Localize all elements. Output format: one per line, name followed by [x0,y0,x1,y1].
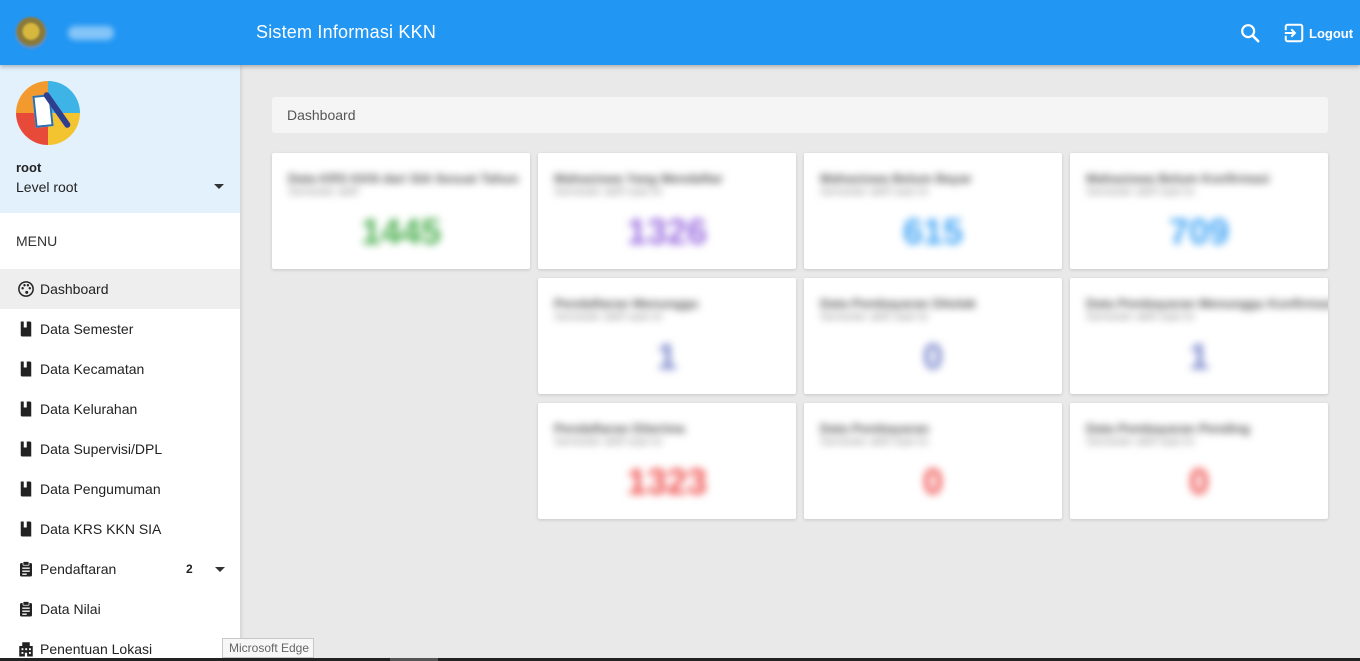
book-icon [20,521,32,537]
card-subtitle: Semester aktif saat ini [554,311,663,323]
sidebar-item-penentuan-lokasi[interactable]: Penentuan Lokasi [0,629,240,661]
stat-card-pendaftaran-diterima[interactable]: Pendaftaran Diterima Semester aktif saat… [538,403,796,519]
sidebar-item-data-kelurahan[interactable]: Data Kelurahan [0,389,240,429]
logout-label: Logout [1309,25,1354,41]
building-icon [19,642,33,657]
sidebar-item-label: Data KRS KKN SIA [40,521,162,537]
sidebar-item-data-pengumuman[interactable]: Data Pengumuman [0,469,240,509]
sidebar-item-data-supervisi[interactable]: Data Supervisi/DPL [0,429,240,469]
card-value: 709 [1168,211,1230,252]
sidebar: root Level root MENU Dashboard Data Seme… [0,65,240,661]
book-icon [20,361,32,377]
book-icon [20,441,32,457]
sidebar-item-label: Data Supervisi/DPL [40,441,163,457]
logout-button[interactable]: Logout [1283,21,1353,45]
card-subtitle: Semester aktif saat ini [554,186,663,198]
card-value: 0 [922,336,944,377]
stat-card-pembayaran-menunggu[interactable]: Data Pembayaran Menunggu Konfirmasi Seme… [1070,278,1328,394]
menu-header: MENU [16,233,58,249]
sidebar-item-label: Data Semester [40,321,134,337]
breadcrumb: Dashboard [272,97,1328,133]
card-value: 0 [1188,461,1210,502]
user-name: root [16,160,42,175]
card-title: Data KRS KKN dari SIA Sesuai Tahun [288,171,519,186]
user-panel: root Level root [0,65,240,213]
card-title: Mahasiswa Yang Mendaftar [554,171,723,186]
logout-icon [1283,23,1304,43]
card-subtitle: Semester aktif saat ini [820,311,929,323]
card-subtitle: Semester aktif saat ini [1086,186,1195,198]
avatar[interactable] [16,81,80,145]
stat-card-pendaftaran-menunggu[interactable]: Pendaftaran Menunggu Semester aktif saat… [538,278,796,394]
card-subtitle: Semester aktif saat ini [820,436,929,448]
stat-card-belum-konfirmasi[interactable]: Mahasiswa Belum Konfirmasi Semester akti… [1070,153,1328,269]
brand-name [68,26,114,40]
app-title: Sistem Informasi KKN [256,22,437,42]
card-subtitle: Semester aktif saat ini [1086,436,1195,448]
card-title: Data Pembayaran Ditolak [820,296,977,311]
sidebar-item-label: Data Kelurahan [40,401,138,417]
stat-card-belum-bayar[interactable]: Mahasiswa Belum Bayar Semester aktif saa… [804,153,1062,269]
sidebar-item-data-semester[interactable]: Data Semester [0,309,240,349]
card-value: 1 [656,336,678,377]
book-icon [20,481,32,497]
card-value: 1323 [626,461,708,502]
stat-card-krs[interactable]: Data KRS KKN dari SIA Sesuai Tahun Semes… [272,153,530,269]
sidebar-item-label: Data Pengumuman [40,481,161,497]
stat-card-mendaftar[interactable]: Mahasiswa Yang Mendaftar Semester aktif … [538,153,796,269]
university-logo [15,17,47,49]
sidebar-item-data-nilai[interactable]: Data Nilai [0,589,240,629]
sidebar-item-label: Data Kecamatan [40,361,145,377]
card-subtitle: Semester aktif saat ini [554,436,663,448]
card-value: 0 [922,461,944,502]
book-icon [20,401,32,417]
pendaftaran-count-badge: 2 [186,562,193,576]
sidebar-item-label: Penentuan Lokasi [40,641,153,657]
sidebar-item-label: Dashboard [40,281,109,297]
card-title: Pendaftaran Diterima [554,421,685,436]
card-title: Data Pembayaran Pending [1086,421,1250,436]
clipboard-icon [20,601,32,617]
sidebar-item-label: Data Nilai [40,601,101,617]
chevron-down-icon[interactable] [215,567,225,572]
sidebar-item-data-krs[interactable]: Data KRS KKN SIA [0,509,240,549]
book-icon [20,321,32,337]
browser-tooltip: Microsoft Edge [222,638,314,658]
stat-card-pembayaran[interactable]: Data Pembayaran Semester aktif saat ini … [804,403,1062,519]
card-subtitle: Semester aktif saat ini [1086,311,1195,323]
stat-card-pembayaran-pending[interactable]: Data Pembayaran Pending Semester aktif s… [1070,403,1328,519]
sidebar-item-label: Pendaftaran [40,561,117,577]
sidebar-item-pendaftaran[interactable]: Pendaftaran 2 [0,549,240,589]
top-app-bar: Sistem Informasi KKN Logout [0,0,1360,65]
card-subtitle: Semester aktif [288,186,359,198]
search-icon [1241,24,1260,43]
card-title: Data Pembayaran [820,421,930,436]
card-title: Pendaftaran Menunggu [554,296,699,311]
card-title: Data Pembayaran Menunggu Konfirmasi [1086,296,1328,311]
sidebar-item-dashboard[interactable]: Dashboard [0,269,240,309]
palette-icon [18,281,34,297]
card-title: Mahasiswa Belum Konfirmasi [1086,171,1270,186]
sidebar-item-data-kecamatan[interactable]: Data Kecamatan [0,349,240,389]
card-value: 1 [1188,336,1210,377]
search-button[interactable] [1239,22,1261,44]
card-title: Mahasiswa Belum Bayar [820,171,972,186]
user-level: Level root [16,179,78,195]
card-value: 1326 [626,211,708,252]
clipboard-icon [20,561,32,577]
card-value: 1445 [360,211,442,252]
card-value: 615 [902,211,964,252]
user-menu-dropdown-icon[interactable] [214,184,224,189]
card-subtitle: Semester aktif saat ini [820,186,929,198]
stat-card-pembayaran-ditolak[interactable]: Data Pembayaran Ditolak Semester aktif s… [804,278,1062,394]
